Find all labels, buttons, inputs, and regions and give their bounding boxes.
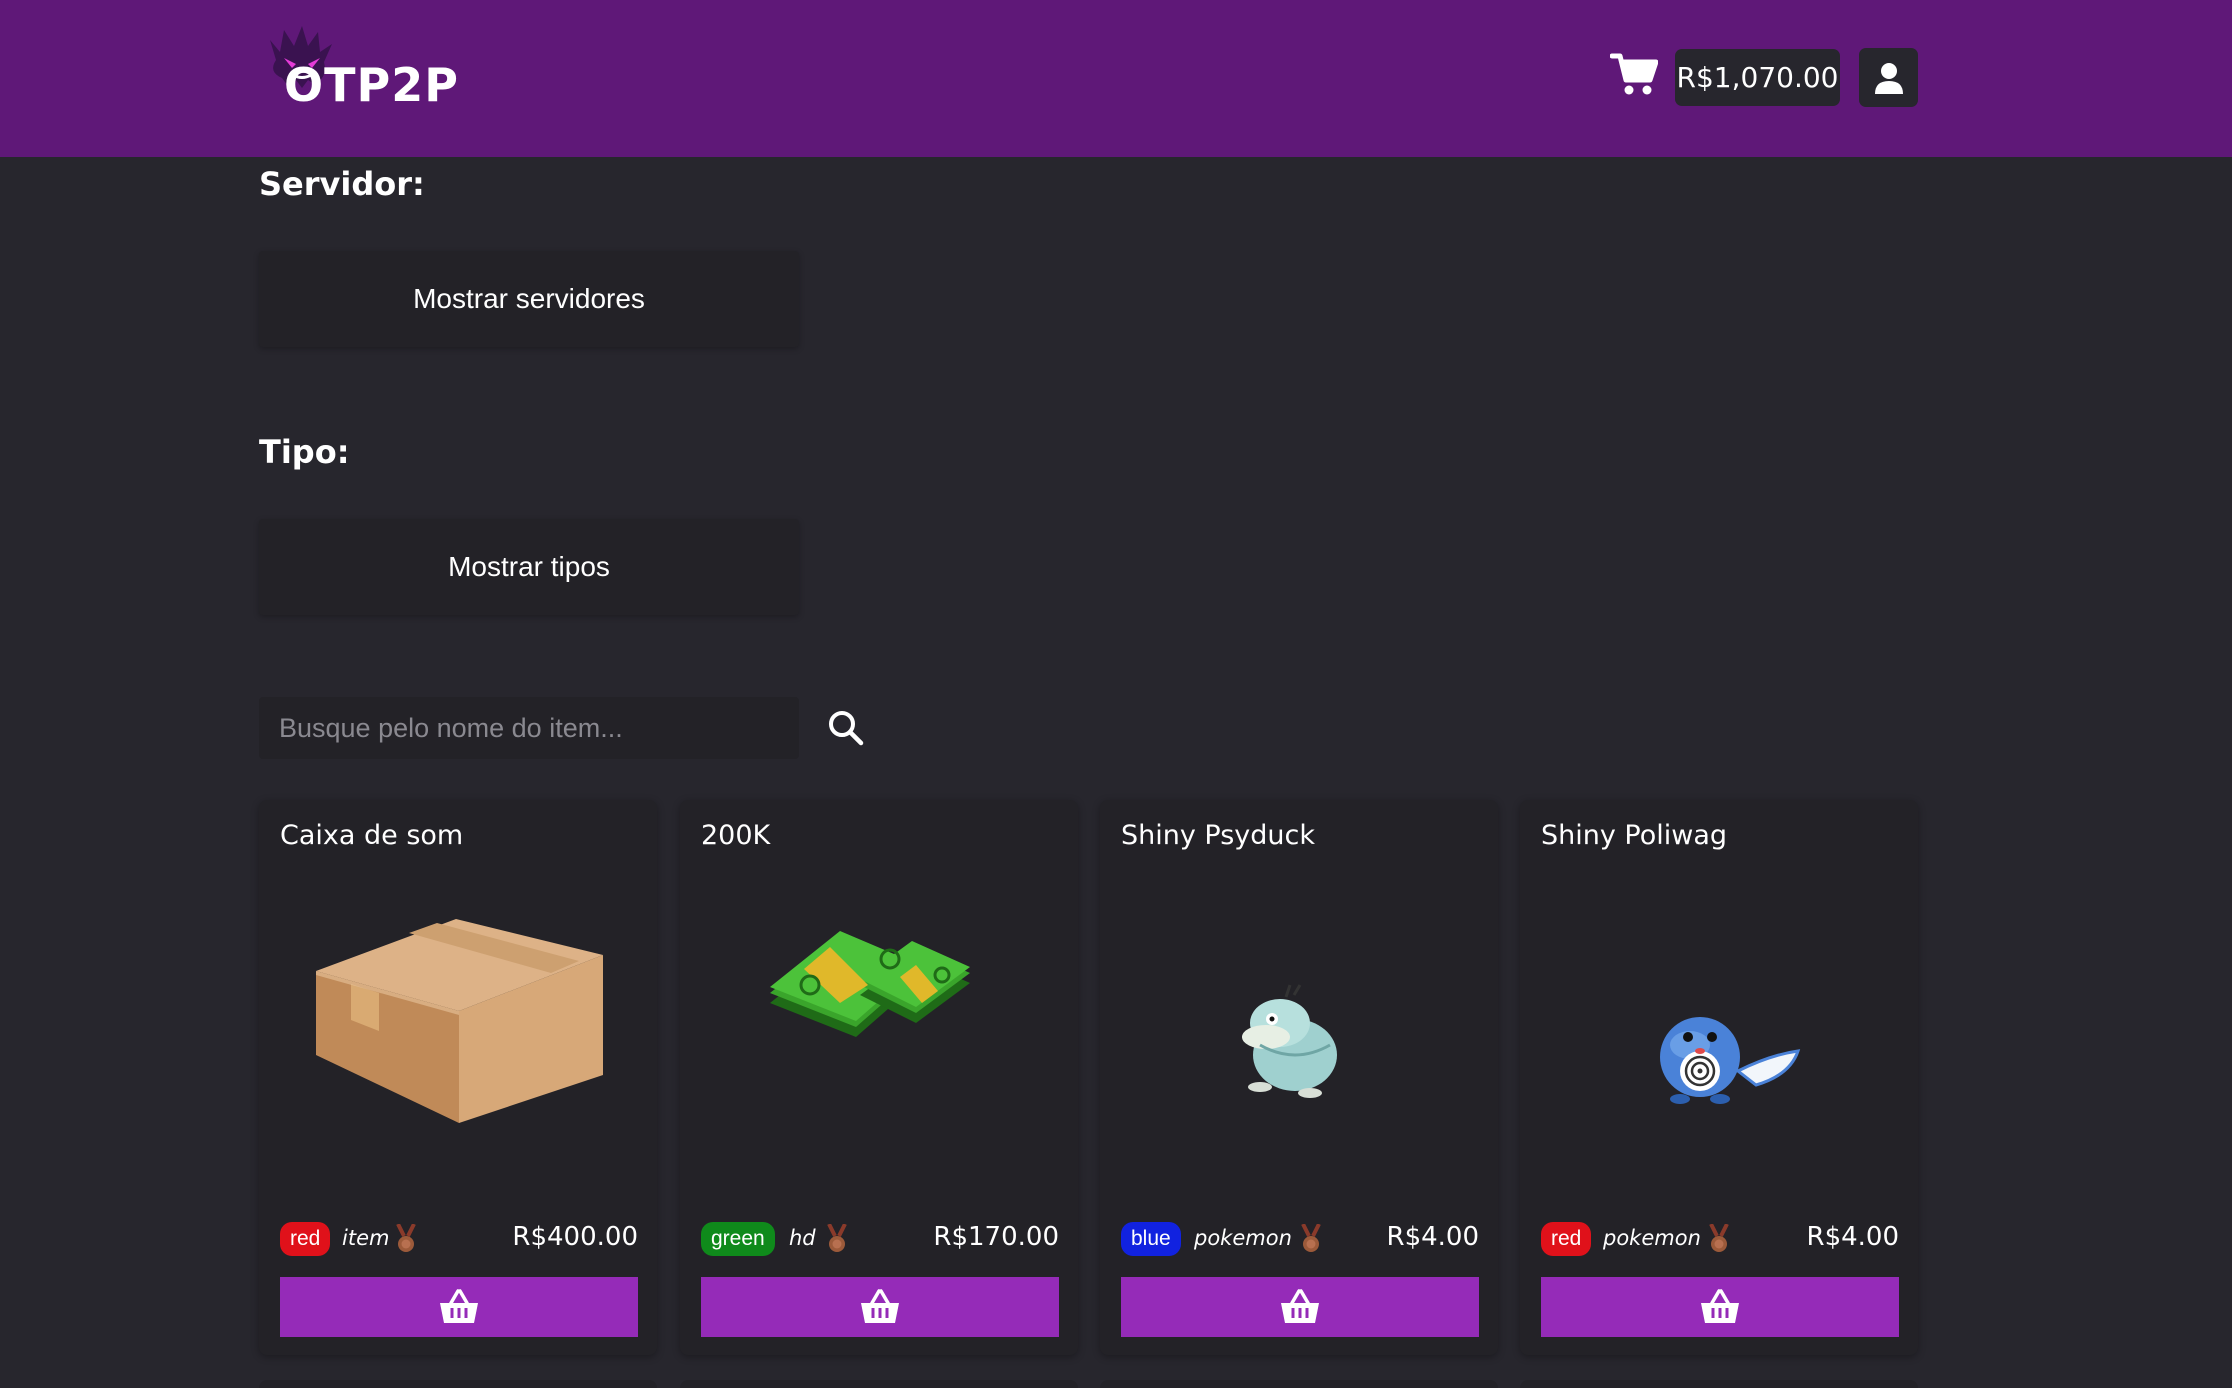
basket-icon [1701, 1289, 1739, 1323]
product-price: R$4.00 [1806, 1222, 1900, 1252]
psyduck-sprite-image [1242, 984, 1337, 1098]
product-meta: green hd R$170.00 [701, 1220, 1059, 1260]
color-badge: blue [1121, 1222, 1181, 1256]
product-meta: red pokemon R$4.00 [1541, 1220, 1899, 1260]
product-title: Shiny Poliwag [1541, 820, 1728, 851]
product-card[interactable]: Shiny Poliwag red pokemon R$4.00 [1520, 800, 1918, 1355]
product-category: hd [789, 1226, 816, 1250]
show-servers-button[interactable]: Mostrar servidores [259, 251, 799, 347]
logo-text: OTP2P [284, 58, 459, 112]
medal-icon [1709, 1224, 1729, 1252]
shopping-cart-icon[interactable] [1610, 52, 1658, 98]
basket-icon [440, 1289, 478, 1323]
product-card-partial [1100, 1380, 1498, 1388]
medal-icon [396, 1224, 416, 1252]
product-category: item [342, 1226, 390, 1250]
add-to-cart-button[interactable] [280, 1277, 638, 1337]
poliwag-sprite-image [1660, 1017, 1801, 1104]
product-title: Caixa de som [280, 820, 464, 851]
add-to-cart-button[interactable] [701, 1277, 1059, 1337]
medal-icon [1301, 1224, 1321, 1252]
cardboard-box-image [316, 919, 603, 1123]
product-card[interactable]: Shiny Psyduck blue pokemon R$4.00 [1100, 800, 1498, 1355]
add-to-cart-button[interactable] [1541, 1277, 1899, 1337]
wallet-balance: R$1,070.00 [1675, 49, 1840, 106]
product-card-partial [1520, 1380, 1918, 1388]
product-meta: blue pokemon R$4.00 [1121, 1220, 1479, 1260]
product-card[interactable]: 200K green hd R$170.00 [680, 800, 1078, 1355]
product-card[interactable]: Caixa de som red item R$400.00 [259, 800, 657, 1355]
product-category: pokemon [1603, 1226, 1701, 1250]
basket-icon [861, 1289, 899, 1323]
product-category: pokemon [1194, 1226, 1292, 1250]
color-badge: red [280, 1222, 331, 1256]
product-title: 200K [701, 820, 771, 851]
medal-icon [827, 1224, 847, 1252]
product-card-partial [680, 1380, 1078, 1388]
product-card-partial [259, 1380, 657, 1388]
show-types-button[interactable]: Mostrar tipos [259, 519, 799, 615]
money-stack-image [770, 931, 970, 1037]
basket-icon [1281, 1289, 1319, 1323]
product-price: R$400.00 [512, 1222, 638, 1252]
top-navbar: OTP2P R$1,070.00 [0, 0, 2232, 157]
product-meta: red item R$400.00 [280, 1220, 638, 1260]
color-badge: red [1541, 1222, 1592, 1256]
search-icon[interactable] [826, 708, 866, 748]
item-search-input[interactable] [259, 697, 799, 759]
product-price: R$170.00 [933, 1222, 1059, 1252]
server-filter-label: Servidor: [259, 165, 425, 203]
type-filter-label: Tipo: [259, 433, 350, 471]
product-title: Shiny Psyduck [1121, 820, 1316, 851]
site-logo[interactable]: OTP2P [262, 22, 462, 122]
product-price: R$4.00 [1386, 1222, 1480, 1252]
user-icon [1874, 62, 1903, 94]
user-account-button[interactable] [1859, 48, 1918, 107]
add-to-cart-button[interactable] [1121, 1277, 1479, 1337]
color-badge: green [701, 1222, 775, 1256]
